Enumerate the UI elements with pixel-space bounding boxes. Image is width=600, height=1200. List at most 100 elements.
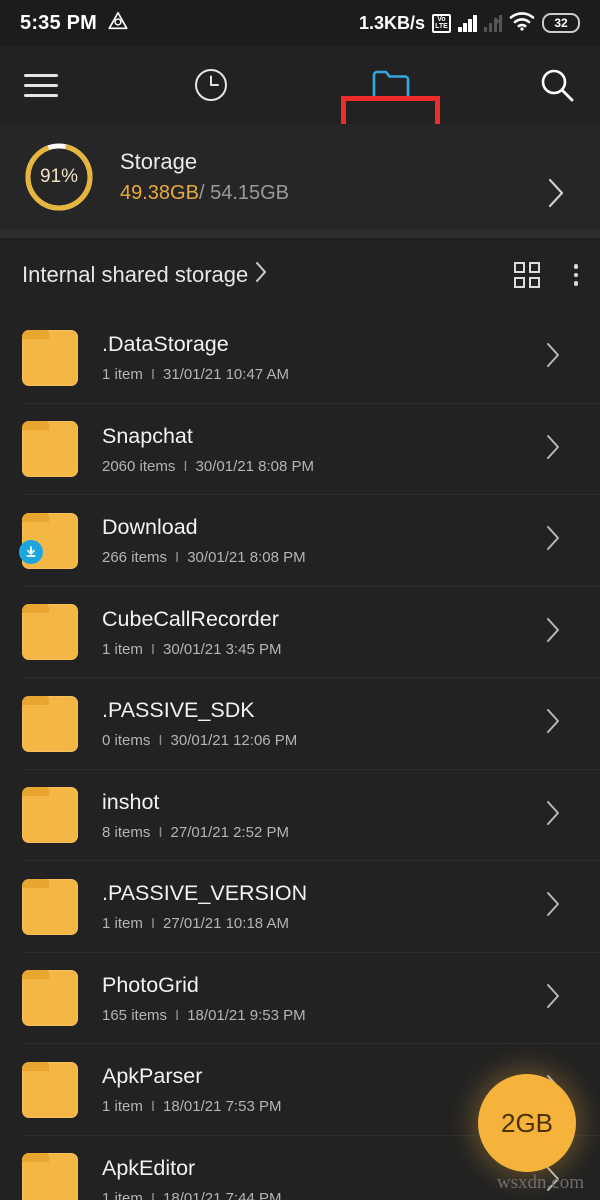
folder-icon: [22, 695, 78, 752]
file-row-text: Snapchat 2060 items I 30/01/21 8:08 PM: [102, 424, 544, 475]
table-row[interactable]: Snapchat 2060 items I 30/01/21 8:08 PM: [0, 404, 600, 496]
storage-usage-ring: 91%: [22, 140, 96, 214]
file-date: 30/01/21 8:08 PM: [195, 457, 314, 475]
file-meta: 1 item I 18/01/21 7:44 PM: [102, 1190, 544, 1200]
file-item-count: 1 item: [102, 640, 143, 658]
meta-separator: I: [150, 1189, 156, 1200]
search-icon[interactable]: [528, 56, 586, 114]
signal-bars-disabled-icon: ✕: [483, 14, 504, 32]
file-date: 18/01/21 9:53 PM: [187, 1006, 306, 1024]
file-name: .DataStorage: [102, 332, 229, 357]
breadcrumb-label: Internal shared storage: [22, 262, 249, 287]
file-row-text: Download 266 items I 30/01/21 8:08 PM: [102, 515, 544, 566]
volte-bottom-label: LTE: [435, 23, 448, 30]
file-date: 18/01/21 7:44 PM: [163, 1189, 282, 1200]
folder-icon: [22, 421, 78, 478]
file-date: 31/01/21 10:47 AM: [163, 366, 289, 384]
file-date: 30/01/21 8:08 PM: [187, 549, 306, 567]
section-divider: [0, 229, 600, 238]
more-vertical-icon[interactable]: [573, 264, 578, 286]
hamburger-menu-icon[interactable]: [12, 56, 70, 114]
network-speed: 1.3KB/s: [358, 12, 425, 33]
storage-total-value: 54.15GB: [204, 181, 290, 204]
file-item-count: 1 item: [102, 915, 143, 933]
file-meta: 165 items I 18/01/21 9:53 PM: [102, 1007, 544, 1024]
status-bar: 5:35 PM 1.3KB/s Vo LTE ✕ 32: [0, 0, 600, 46]
file-item-count: 1 item: [102, 366, 143, 384]
file-row-text: ApkEditor 1 item I 18/01/21 7:44 PM: [102, 1156, 544, 1200]
storage-summary-card[interactable]: 91% Storage 49.38GB/ 54.15GB: [0, 124, 600, 229]
storage-used-value: 49.38GB: [120, 181, 199, 204]
file-meta: 1 item I 18/01/21 7:53 PM: [102, 1098, 544, 1115]
file-meta: 266 items I 30/01/21 8:08 PM: [102, 549, 544, 566]
file-row-text: .PASSIVE_SDK 0 items I 30/01/21 12:06 PM: [102, 698, 544, 749]
meta-separator: I: [150, 640, 156, 658]
folder-icon: [22, 604, 78, 661]
file-date: 27/01/21 2:52 PM: [170, 823, 289, 841]
row-chevron-right-icon[interactable]: [544, 616, 562, 649]
file-meta: 1 item I 31/01/21 10:47 AM: [102, 366, 544, 383]
download-badge-icon: [19, 539, 43, 564]
row-chevron-right-icon[interactable]: [544, 341, 562, 374]
status-bar-right: 1.3KB/s Vo LTE ✕ 32: [359, 11, 580, 36]
watermark: wsxdn.com: [496, 1172, 584, 1193]
table-row[interactable]: .DataStorage 1 item I 31/01/21 10:47 AM: [0, 312, 600, 404]
folder-icon: [22, 1061, 78, 1118]
row-chevron-right-icon[interactable]: [544, 524, 562, 557]
file-row-text: inshot 8 items I 27/01/21 2:52 PM: [102, 790, 544, 841]
file-name: .PASSIVE_SDK: [102, 698, 255, 723]
status-bar-left: 5:35 PM: [20, 10, 129, 37]
volte-icon: Vo LTE: [432, 13, 451, 33]
triangle-drive-icon: [107, 10, 129, 37]
folder-icon: [22, 1153, 78, 1200]
row-chevron-right-icon[interactable]: [544, 707, 562, 740]
battery-level-label: 32: [554, 16, 568, 30]
row-chevron-right-icon[interactable]: [544, 799, 562, 832]
breadcrumb-actions: [513, 262, 578, 288]
folder-icon: [22, 970, 78, 1027]
file-name: CubeCallRecorder: [102, 606, 279, 631]
row-chevron-right-icon[interactable]: [544, 433, 562, 466]
storage-cleanup-fab[interactable]: 2GB: [478, 1074, 576, 1172]
file-item-count: 1 item: [102, 1189, 143, 1200]
table-row[interactable]: .PASSIVE_VERSION 1 item I 27/01/21 10:18 A…: [0, 861, 600, 953]
storage-chevron-right-icon[interactable]: [546, 177, 566, 214]
folder-icon: [19, 512, 78, 569]
app-toolbar: [0, 46, 600, 160]
breadcrumb-chevron-right-icon: [255, 261, 268, 289]
meta-separator: I: [150, 1098, 156, 1116]
table-row[interactable]: .PASSIVE_SDK 0 items I 30/01/21 12:06 PM: [0, 678, 600, 770]
storage-title: Storage: [120, 148, 198, 174]
file-name: PhotoGrid: [102, 972, 199, 997]
file-meta: 8 items I 27/01/21 2:52 PM: [102, 824, 544, 841]
file-item-count: 266 items: [102, 549, 168, 567]
wifi-icon: [509, 11, 535, 36]
row-chevron-right-icon[interactable]: [544, 982, 562, 1015]
folder-icon: [22, 787, 78, 844]
file-name: .PASSIVE_VERSION: [102, 881, 308, 906]
breadcrumb[interactable]: Internal shared storage: [22, 261, 268, 289]
storage-percent-label: 91%: [39, 165, 79, 187]
meta-separator: I: [175, 549, 180, 567]
table-row[interactable]: CubeCallRecorder 1 item I 30/01/21 3:45 PM: [0, 587, 600, 679]
table-row[interactable]: PhotoGrid 165 items I 18/01/21 9:53 PM: [0, 953, 600, 1045]
grid-view-icon[interactable]: [513, 262, 540, 288]
file-row-text: CubeCallRecorder 1 item I 30/01/21 3:45 PM: [102, 607, 544, 658]
volte-top-label: Vo: [437, 16, 446, 23]
file-meta: 2060 items I 30/01/21 8:08 PM: [102, 458, 544, 475]
storage-text-block: Storage 49.38GB/ 54.15GB: [120, 149, 289, 205]
table-row[interactable]: Download 266 items I 30/01/21 8:08 PM: [0, 495, 600, 587]
file-item-count: 0 items: [102, 732, 151, 750]
file-item-count: 8 items: [102, 823, 151, 841]
meta-separator: I: [175, 1006, 180, 1024]
file-meta: 0 items I 30/01/21 12:06 PM: [102, 732, 544, 749]
file-date: 30/01/21 3:45 PM: [163, 640, 282, 658]
storage-values: 49.38GB/ 54.15GB: [120, 182, 289, 205]
file-row-text: ApkParser 1 item I 18/01/21 7:53 PM: [102, 1064, 544, 1115]
table-row[interactable]: inshot 8 items I 27/01/21 2:52 PM: [0, 770, 600, 862]
folder-icon: [22, 878, 78, 935]
row-chevron-right-icon[interactable]: [544, 890, 562, 923]
clock-recent-icon[interactable]: [182, 56, 240, 114]
meta-separator: I: [150, 915, 156, 933]
file-name: ApkParser: [102, 1064, 203, 1089]
